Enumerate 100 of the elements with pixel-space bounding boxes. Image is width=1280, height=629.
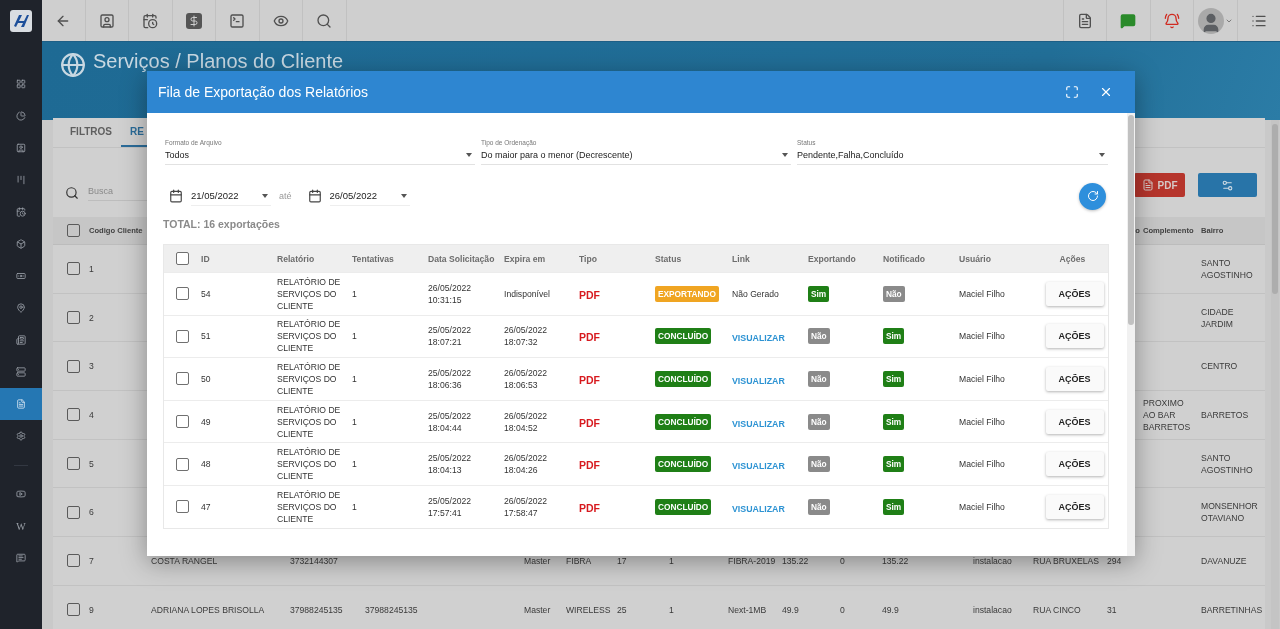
checkbox[interactable] — [67, 457, 80, 471]
table-cell-text: 1 — [352, 500, 358, 513]
column-header: Exportando — [808, 253, 857, 264]
checkbox[interactable] — [176, 329, 189, 343]
file-type: PDF — [579, 331, 600, 344]
checkbox[interactable] — [176, 500, 189, 514]
table-cell-text: Maciel Filho — [959, 415, 1006, 428]
checkbox[interactable] — [67, 603, 80, 617]
table-cell-text: 47 — [201, 500, 212, 513]
table-cell-text: 7 — [89, 554, 95, 567]
calendar-icon[interactable] — [169, 189, 183, 203]
checkbox[interactable] — [67, 311, 80, 325]
table-cell-text: CENTRO — [1201, 360, 1239, 373]
sidebar-item[interactable]: W — [0, 510, 42, 542]
file-type: PDF — [579, 459, 600, 472]
table-cell-text: 17 — [617, 554, 628, 567]
table-cell-text: 0 — [840, 603, 846, 616]
table-cell-text: 25/05/2022 18:06:36 — [428, 367, 472, 391]
table-cell-text: 1 — [352, 373, 358, 385]
table-cell-text: 135.22 — [782, 554, 810, 567]
table-cell-text: CIDADE JARDIM — [1201, 305, 1235, 330]
actions-button[interactable]: AÇÕES — [1045, 409, 1104, 434]
refresh-button[interactable] — [1079, 182, 1106, 210]
logo-icon[interactable] — [10, 10, 32, 32]
yes-no-badge: Não — [808, 413, 830, 430]
table-cell-text: DAVANUZE — [1201, 554, 1248, 567]
table-cell-text: Master — [524, 603, 552, 616]
checkbox[interactable] — [176, 287, 189, 301]
table-cell-text: MONSENHOR OTAVIANO — [1201, 500, 1259, 525]
table-cell-text: Maciel Filho — [959, 330, 1006, 343]
file-type: PDF — [579, 374, 600, 386]
checkbox[interactable] — [176, 457, 189, 471]
table-cell-text: Maciel Filho — [959, 287, 1006, 300]
column-header: Relatório — [277, 253, 316, 264]
checkbox[interactable] — [67, 408, 80, 422]
yes-no-badge: Não — [883, 285, 905, 302]
checkbox[interactable] — [67, 359, 80, 373]
column-header: Ações — [1058, 253, 1087, 264]
actions-button[interactable]: AÇÕES — [1045, 367, 1104, 391]
table-cell-text: COSTA RANGEL — [151, 554, 219, 567]
checkbox[interactable] — [176, 252, 189, 265]
table-cell-text: 3732144307 — [290, 554, 339, 567]
table-cell-text: 26/05/2022 18:07:32 — [504, 324, 548, 349]
table-cell-text: 25/05/2022 18:07:21 — [428, 324, 472, 349]
table-cell-text: 2 — [89, 311, 95, 324]
table-cell-text: Maciel Filho — [959, 373, 1006, 385]
table-cell-text: RELATÓRIO DE SERVIÇOS DO CLIENTE — [277, 446, 342, 483]
table-cell-text: 25/05/2022 18:04:13 — [428, 452, 472, 477]
table-cell-text: RELATÓRIO DE SERVIÇOS DO CLIENTE — [277, 488, 342, 525]
checkbox[interactable] — [67, 505, 80, 519]
table-cell-text: Maciel Filho — [959, 458, 1006, 471]
column-header: ID — [201, 253, 211, 264]
table-cell-text: RELATÓRIO DE SERVIÇOS DO CLIENTE — [277, 275, 342, 312]
table-cell-text: 50 — [201, 373, 212, 385]
checkbox[interactable] — [176, 372, 189, 386]
table-cell-text: 4 — [89, 408, 95, 421]
checkbox[interactable] — [67, 554, 80, 568]
range-separator: até — [279, 191, 292, 201]
actions-button[interactable]: AÇÕES — [1045, 324, 1104, 349]
column-header: Tipo — [579, 253, 598, 264]
calendar-icon[interactable] — [307, 189, 322, 203]
checkbox[interactable] — [67, 224, 80, 237]
caret-icon — [1099, 153, 1105, 157]
actions-button[interactable]: AÇÕES — [1045, 281, 1104, 306]
settings-button[interactable] — [1198, 173, 1257, 197]
table-cell-text: 37988245135 — [365, 603, 419, 616]
status-badge: CONCLUÍDO — [655, 498, 712, 515]
status-badge: CONCLUÍDO — [655, 328, 712, 345]
date-field[interactable]: 21/05/2022 — [191, 186, 271, 206]
table-cell-text: Next-1MB — [728, 603, 768, 616]
column-header: Notificado — [883, 253, 926, 264]
field-value: Pendente,Falha,Concluído — [797, 150, 904, 160]
table-cell-text: 51 — [201, 330, 212, 343]
search-icon — [65, 185, 79, 200]
yes-no-badge: Não — [808, 371, 830, 387]
column-header: Usuário — [959, 253, 992, 264]
page-title: Serviços / Planos do Cliente — [93, 49, 344, 72]
checkbox[interactable] — [67, 262, 80, 276]
actions-button[interactable]: AÇÕES — [1045, 452, 1104, 477]
yes-no-badge: Sim — [883, 328, 905, 345]
date-field[interactable]: 26/05/2022 — [329, 186, 410, 206]
scrollbar-thumb[interactable] — [1272, 124, 1278, 294]
document-icon[interactable] — [0, 388, 42, 420]
table-cell-text: 49.9 — [882, 603, 900, 616]
table-cell-text: 3 — [89, 360, 95, 373]
table-cell-text: RELATÓRIO DE SERVIÇOS DO CLIENTE — [277, 318, 342, 355]
yes-no-badge: Sim — [883, 371, 905, 387]
scrollbar-thumb[interactable] — [1128, 115, 1134, 325]
status-badge: CONCLUÍDO — [655, 413, 712, 430]
table-cell-text: 48 — [201, 458, 212, 471]
actions-button[interactable]: AÇÕES — [1045, 494, 1104, 519]
table-cell-text: 1 — [669, 554, 675, 567]
table-cell-text: PROXIMO AO BAR BARRETOS — [1143, 396, 1192, 433]
table-cell-text: RELATÓRIO DE SERVIÇOS DO CLIENTE — [277, 361, 342, 397]
table-cell-text: BARRETOS — [1201, 408, 1250, 421]
table-cell-text: RELATÓRIO DE SERVIÇOS DO CLIENTE — [277, 403, 342, 440]
checkbox[interactable] — [176, 415, 189, 429]
tab[interactable]: FILTROS — [61, 118, 122, 147]
pdf-button[interactable]: PDF — [1134, 173, 1185, 197]
table-cell-text: 135.22 — [882, 554, 910, 567]
